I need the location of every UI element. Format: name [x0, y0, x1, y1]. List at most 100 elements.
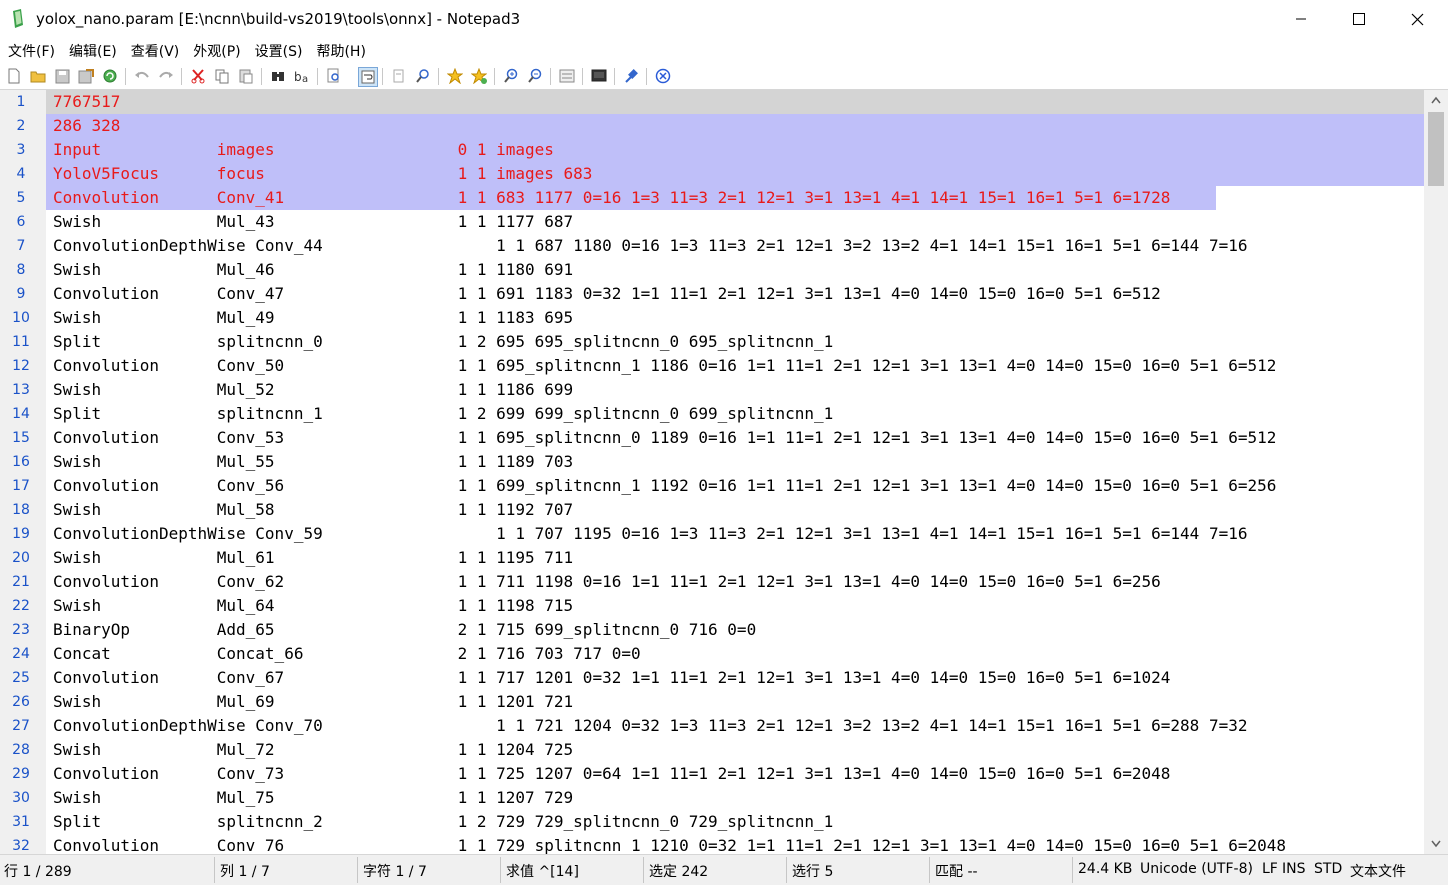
- line-text: Convolution Conv_67 1 1 717 1201 0=32 1=…: [53, 668, 1171, 687]
- line-text: Swish Mul_49 1 1 1183 695: [53, 308, 574, 327]
- status-eol[interactable]: LF: [1262, 861, 1278, 877]
- find-button[interactable]: [269, 67, 287, 85]
- status-match: 匹配 --: [935, 864, 978, 880]
- menu-file[interactable]: 文件(F): [0, 41, 61, 61]
- vertical-scrollbar[interactable]: [1424, 90, 1448, 854]
- maximize-button[interactable]: [1330, 0, 1388, 38]
- copy-icon: [215, 69, 229, 84]
- line-number: 14: [12, 406, 30, 422]
- line-text: Convolution Conv_62 1 1 711 1198 0=16 1=…: [53, 572, 1161, 591]
- line-number: 25: [12, 670, 30, 686]
- editor-line[interactable]: 10 Swish Mul_49 1 1 1183 695: [0, 306, 1424, 330]
- minimize-button[interactable]: [1272, 0, 1330, 38]
- line-text: Convolution Conv_50 1 1 695_splitncnn_1 …: [53, 356, 1277, 375]
- zoom-out-button[interactable]: [526, 67, 544, 85]
- text-editor[interactable]: 1 7767517 2 286 328 3 Input images 0 1 images…: [0, 90, 1448, 854]
- editor-line[interactable]: 20 Swish Mul_61 1 1 1195 711: [0, 546, 1424, 570]
- editor-line[interactable]: 2 286 328: [0, 114, 1424, 138]
- editor-line[interactable]: 13 Swish Mul_52 1 1 1186 699: [0, 378, 1424, 402]
- editor-line[interactable]: 19 ConvolutionDepthWise Conv_59 1 1 707 1…: [0, 522, 1424, 546]
- line-text: ConvolutionDepthWise Conv_59 1 1 707 119…: [53, 524, 1248, 543]
- editor-line[interactable]: 22 Swish Mul_64 1 1 1198 715: [0, 594, 1424, 618]
- maximize-icon: [1353, 13, 1365, 25]
- notepad3-app-icon: [13, 9, 23, 28]
- save-button[interactable]: [53, 67, 71, 85]
- scroll-down-icon[interactable]: [1431, 840, 1441, 848]
- status-file-type[interactable]: 文本文件: [1350, 861, 1406, 881]
- close-button[interactable]: [1388, 0, 1446, 38]
- menu-settings[interactable]: 设置(S): [247, 41, 309, 61]
- scrollbar-thumb[interactable]: [1428, 112, 1444, 186]
- editor-line[interactable]: 15 Convolution Conv_53 1 1 695_splitncnn_…: [0, 426, 1424, 450]
- replace-button[interactable]: ba: [293, 67, 311, 85]
- status-ins[interactable]: INS: [1282, 861, 1306, 877]
- close-circle-icon: [655, 68, 671, 84]
- save-as-icon: [78, 68, 94, 83]
- status-eval: 求值 ^[14]: [506, 864, 579, 880]
- open-file-button[interactable]: [29, 67, 47, 85]
- menu-appearance[interactable]: 外观(P): [185, 41, 246, 61]
- editor-line[interactable]: 17 Convolution Conv_56 1 1 699_splitncnn_…: [0, 474, 1424, 498]
- editor-line[interactable]: 27 ConvolutionDepthWise Conv_70 1 1 721 1…: [0, 714, 1424, 738]
- status-line: 行 1 / 289: [4, 864, 72, 880]
- line-text: Swish Mul_72 1 1 1204 725: [53, 740, 574, 759]
- scheme-button[interactable]: [558, 67, 576, 85]
- new-file-button[interactable]: [5, 67, 23, 85]
- editor-line[interactable]: 26 Swish Mul_69 1 1 1201 721: [0, 690, 1424, 714]
- exit-button[interactable]: [654, 67, 672, 85]
- fullscreen-button[interactable]: [590, 67, 608, 85]
- pin-on-top-button[interactable]: [622, 67, 640, 85]
- editor-line[interactable]: 9 Convolution Conv_47 1 1 691 1183 0=32 1…: [0, 282, 1424, 306]
- revert-button[interactable]: [101, 67, 119, 85]
- editor-line[interactable]: 6 Swish Mul_43 1 1 1177 687: [0, 210, 1424, 234]
- editor-line[interactable]: 28 Swish Mul_72 1 1 1204 725: [0, 738, 1424, 762]
- menu-view[interactable]: 查看(V): [123, 41, 186, 61]
- editor-line[interactable]: 16 Swish Mul_55 1 1 1189 703: [0, 450, 1424, 474]
- line-text: YoloV5Focus focus 1 1 images 683: [53, 164, 593, 183]
- status-encoding[interactable]: Unicode (UTF-8): [1140, 861, 1253, 877]
- scissors-icon: [191, 69, 205, 84]
- scroll-up-icon[interactable]: [1431, 96, 1441, 104]
- editor-line[interactable]: 12 Convolution Conv_50 1 1 695_splitncnn_…: [0, 354, 1424, 378]
- editor-line[interactable]: 11 Split splitncnn_0 1 2 695 695_splitncn…: [0, 330, 1424, 354]
- search-button[interactable]: [414, 67, 432, 85]
- undo-icon: [135, 71, 149, 78]
- editor-line[interactable]: 8 Swish Mul_46 1 1 1180 691: [0, 258, 1424, 282]
- editor-line[interactable]: 5 Convolution Conv_41 1 1 683 1177 0=16 1…: [0, 186, 1424, 210]
- goto-button[interactable]: [325, 67, 343, 85]
- line-number: 13: [12, 382, 30, 398]
- cut-button[interactable]: [189, 67, 207, 85]
- editor-line[interactable]: 25 Convolution Conv_67 1 1 717 1201 0=32 …: [0, 666, 1424, 690]
- word-wrap-toggle[interactable]: [358, 67, 378, 87]
- favorites-button[interactable]: [446, 67, 464, 85]
- redo-button[interactable]: [157, 67, 175, 85]
- editor-line[interactable]: 23 BinaryOp Add_65 2 1 715 699_splitncnn_…: [0, 618, 1424, 642]
- add-favorite-button[interactable]: [470, 67, 488, 85]
- editor-line[interactable]: 30 Swish Mul_75 1 1 1207 729: [0, 786, 1424, 810]
- editor-line[interactable]: 21 Convolution Conv_62 1 1 711 1198 0=16 …: [0, 570, 1424, 594]
- line-text: Convolution Conv_41 1 1 683 1177 0=16 1=…: [53, 188, 1171, 207]
- zoom-in-button[interactable]: [502, 67, 520, 85]
- menu-help[interactable]: 帮助(H): [308, 41, 371, 61]
- undo-button[interactable]: [133, 67, 151, 85]
- editor-line[interactable]: 24 Concat Concat_66 2 1 716 703 717 0=0: [0, 642, 1424, 666]
- svg-text:a: a: [302, 74, 308, 84]
- paste-icon: [239, 69, 253, 84]
- editor-line[interactable]: 32 Convolution Conv_76 1 1 729_splitncnn_…: [0, 834, 1424, 854]
- editor-line[interactable]: 4 YoloV5Focus focus 1 1 images 683: [0, 162, 1424, 186]
- copy-button[interactable]: [213, 67, 231, 85]
- menu-edit[interactable]: 编辑(E): [61, 41, 123, 61]
- line-text: Convolution Conv_53 1 1 695_splitncnn_0 …: [53, 428, 1277, 447]
- editor-line[interactable]: 29 Convolution Conv_73 1 1 725 1207 0=64 …: [0, 762, 1424, 786]
- star-add-icon: [471, 68, 487, 84]
- editor-line[interactable]: 31 Split splitncnn_2 1 2 729 729_splitncn…: [0, 810, 1424, 834]
- save-as-button[interactable]: [77, 67, 95, 85]
- line-number: 3: [16, 142, 26, 158]
- editor-line[interactable]: 14 Split splitncnn_1 1 2 699 699_splitncn…: [0, 402, 1424, 426]
- editor-line[interactable]: 7 ConvolutionDepthWise Conv_44 1 1 687 11…: [0, 234, 1424, 258]
- editor-line[interactable]: 3 Input images 0 1 images: [0, 138, 1424, 162]
- long-line-marker-button[interactable]: [390, 67, 408, 85]
- editor-line[interactable]: 18 Swish Mul_58 1 1 1192 707: [0, 498, 1424, 522]
- editor-line[interactable]: 1 7767517: [0, 90, 1424, 114]
- paste-button[interactable]: [237, 67, 255, 85]
